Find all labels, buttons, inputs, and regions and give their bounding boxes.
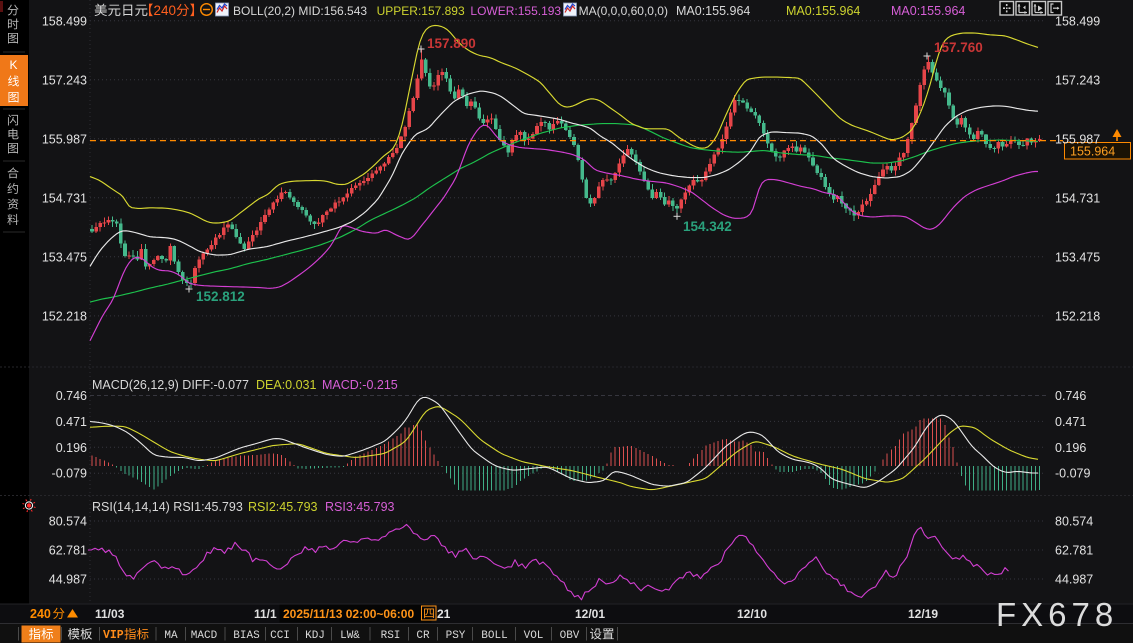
svg-text:44.987: 44.987 — [49, 573, 87, 587]
svg-text:MA: MA — [164, 630, 178, 642]
svg-text:FX678: FX678 — [996, 596, 1118, 633]
svg-text:44.987: 44.987 — [1055, 573, 1093, 587]
svg-text:BOLL: BOLL — [481, 630, 507, 642]
svg-text:154.342: 154.342 — [683, 219, 732, 234]
svg-text:154.731: 154.731 — [42, 191, 87, 205]
svg-text:MA(0,0,0,60,0,0): MA(0,0,0,60,0,0) — [579, 4, 668, 18]
svg-text:240: 240 — [30, 607, 51, 621]
svg-text:158.499: 158.499 — [42, 14, 87, 28]
svg-text:BIAS: BIAS — [233, 630, 260, 642]
svg-text:LW&: LW& — [340, 630, 360, 642]
svg-text:MA0:155.964: MA0:155.964 — [891, 4, 965, 18]
svg-text:CCI: CCI — [270, 630, 290, 642]
svg-text:153.475: 153.475 — [42, 250, 87, 264]
svg-text:CR: CR — [416, 630, 430, 642]
svg-text:157.890: 157.890 — [427, 36, 476, 51]
svg-text:157.760: 157.760 — [934, 40, 983, 55]
svg-text:MACD(26,12,9) DIFF:-0.077: MACD(26,12,9) DIFF:-0.077 — [92, 378, 249, 392]
svg-text:154.731: 154.731 — [1055, 191, 1100, 205]
svg-text:12/01: 12/01 — [575, 607, 605, 621]
svg-text:2025/11/13 02:00~06:00: 2025/11/13 02:00~06:00 — [283, 607, 414, 621]
svg-text:157.243: 157.243 — [1055, 73, 1100, 87]
svg-text:MACD:-0.215: MACD:-0.215 — [322, 378, 398, 392]
svg-text:VOL: VOL — [524, 630, 544, 642]
svg-text:155.987: 155.987 — [42, 132, 87, 146]
svg-text:155.987: 155.987 — [1055, 132, 1100, 146]
svg-text:153.475: 153.475 — [1055, 250, 1100, 264]
svg-text:80.574: 80.574 — [1055, 515, 1093, 529]
svg-text:0.471: 0.471 — [1055, 415, 1086, 429]
svg-text:MA0:155.964: MA0:155.964 — [786, 4, 860, 18]
svg-text:DEA:0.031: DEA:0.031 — [256, 378, 317, 392]
svg-text:UPPER:157.893: UPPER:157.893 — [377, 4, 465, 18]
svg-text:0.746: 0.746 — [1055, 389, 1086, 403]
svg-text:MACD: MACD — [191, 630, 218, 642]
svg-text:OBV: OBV — [560, 630, 580, 642]
svg-text:K: K — [9, 58, 17, 72]
svg-text:KDJ: KDJ — [305, 630, 325, 642]
svg-text:157.243: 157.243 — [42, 73, 87, 87]
svg-text:62.781: 62.781 — [1055, 544, 1093, 558]
svg-text:152.218: 152.218 — [42, 309, 87, 323]
svg-text:MA0:155.964: MA0:155.964 — [676, 4, 750, 18]
svg-text:PSY: PSY — [446, 630, 466, 642]
svg-text:0.471: 0.471 — [56, 415, 87, 429]
svg-text:-0.079: -0.079 — [52, 467, 87, 481]
svg-text:155.964: 155.964 — [1070, 145, 1115, 159]
svg-text:21: 21 — [437, 607, 451, 621]
svg-text:0.746: 0.746 — [56, 389, 87, 403]
svg-text:LOWER:155.193: LOWER:155.193 — [470, 4, 561, 18]
svg-text:RSI(14,14,14) RSI1:45.793: RSI(14,14,14) RSI1:45.793 — [92, 500, 243, 514]
svg-text:158.499: 158.499 — [1055, 14, 1100, 28]
svg-text:12/10: 12/10 — [737, 607, 767, 621]
svg-text:62.781: 62.781 — [49, 544, 87, 558]
svg-text:RSI3:45.793: RSI3:45.793 — [325, 500, 395, 514]
svg-text:80.574: 80.574 — [49, 515, 87, 529]
svg-text:11/1: 11/1 — [254, 607, 277, 621]
svg-text:12/19: 12/19 — [908, 607, 938, 621]
svg-text:RSI2:45.793: RSI2:45.793 — [248, 500, 318, 514]
svg-text:VIP: VIP — [103, 629, 124, 642]
svg-text:152.218: 152.218 — [1055, 309, 1100, 323]
svg-text:11/03: 11/03 — [95, 607, 125, 621]
svg-text:240: 240 — [154, 3, 177, 18]
svg-text:152.812: 152.812 — [196, 289, 245, 304]
svg-text:-0.079: -0.079 — [1055, 467, 1090, 481]
svg-text:0.196: 0.196 — [56, 441, 87, 455]
svg-text:RSI: RSI — [381, 630, 401, 642]
svg-text:BOLL(20,2) MID:156.543: BOLL(20,2) MID:156.543 — [233, 4, 367, 18]
svg-text:0.196: 0.196 — [1055, 441, 1086, 455]
